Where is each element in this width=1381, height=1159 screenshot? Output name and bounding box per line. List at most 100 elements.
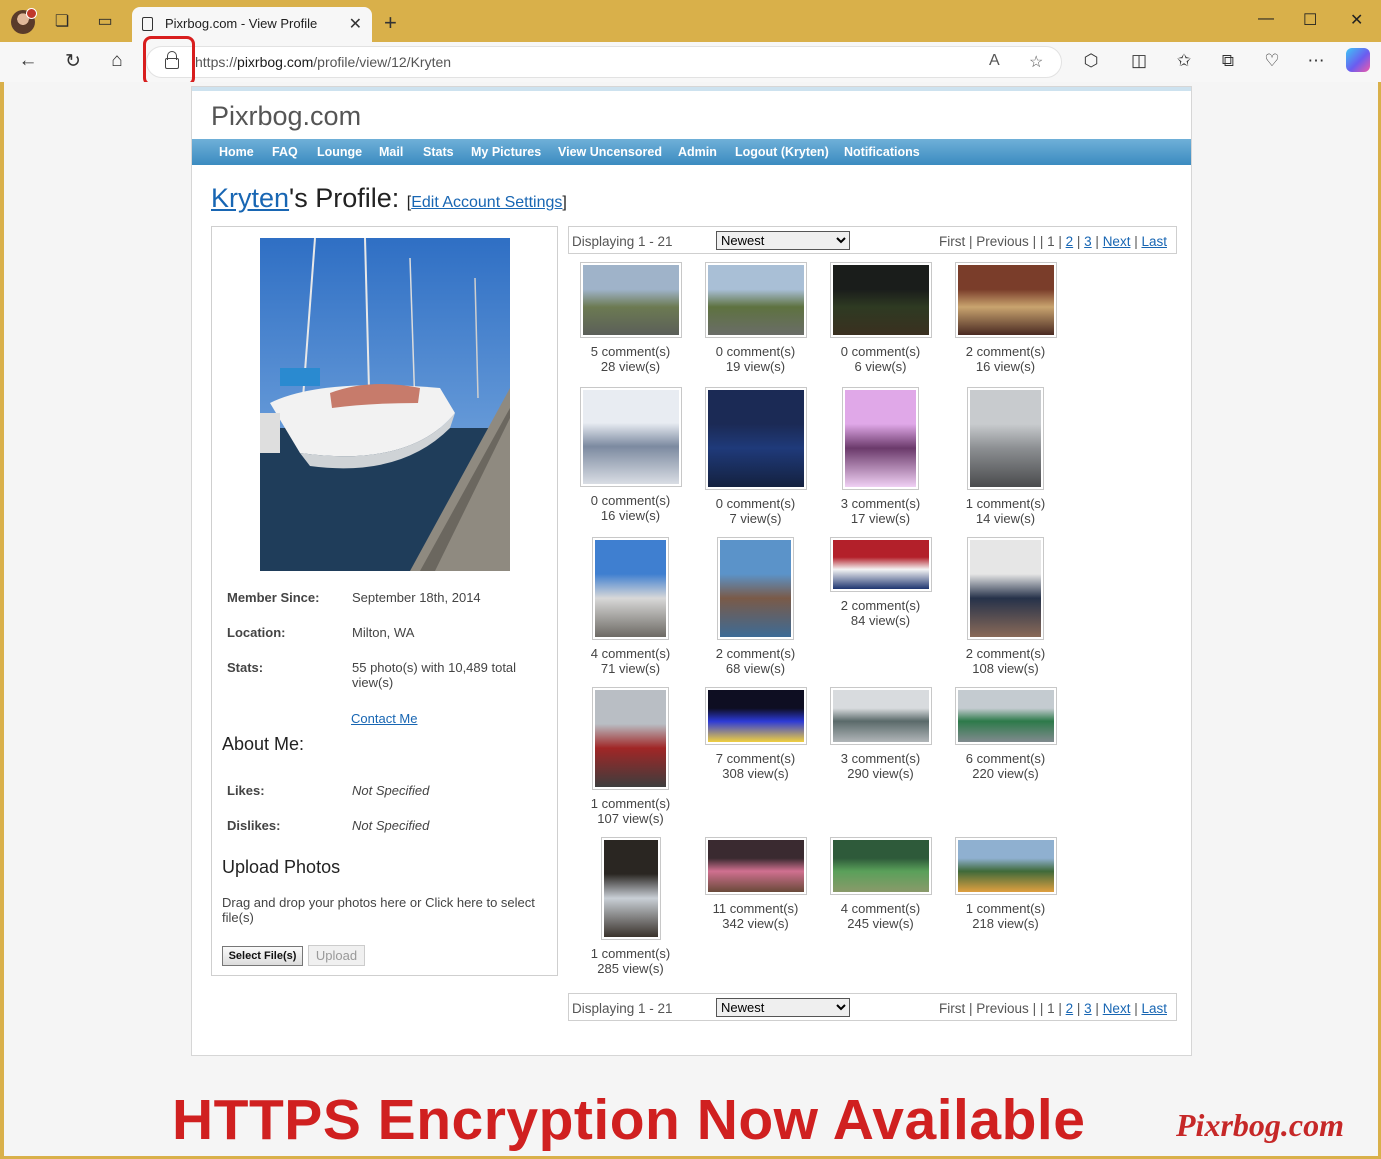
page-3-link[interactable]: 3: [1084, 234, 1092, 249]
menu-admin[interactable]: Admin: [678, 145, 717, 159]
menu-notifications[interactable]: Notifications: [844, 145, 920, 159]
url-text[interactable]: https://pixrbog.com/profile/view/12/Kryt…: [195, 54, 451, 70]
last-link[interactable]: Last: [1141, 1001, 1167, 1016]
comment-count: 2 comment(s): [965, 646, 1046, 661]
photo-item[interactable]: 5 comment(s) 28 view(s): [568, 262, 693, 374]
photo-thumbnail[interactable]: [967, 387, 1044, 490]
photo-item[interactable]: 0 comment(s) 6 view(s): [818, 262, 943, 374]
photo-item[interactable]: 2 comment(s) 108 view(s): [943, 537, 1068, 676]
page-3-link[interactable]: 3: [1084, 1001, 1092, 1016]
minimize-icon[interactable]: —: [1258, 10, 1274, 28]
home-icon[interactable]: ⌂: [105, 50, 129, 72]
photo-thumbnail[interactable]: [954, 837, 1057, 895]
photo-thumbnail[interactable]: [954, 262, 1057, 338]
photo-item[interactable]: 1 comment(s) 107 view(s): [568, 687, 693, 826]
back-icon[interactable]: ←: [16, 50, 40, 72]
photo-thumbnail[interactable]: [704, 387, 807, 490]
profile-photo[interactable]: [260, 238, 510, 571]
photo-thumbnail[interactable]: [829, 262, 932, 338]
photo-item[interactable]: 6 comment(s) 220 view(s): [943, 687, 1068, 781]
photo-item[interactable]: 4 comment(s) 245 view(s): [818, 837, 943, 931]
photo-item[interactable]: 2 comment(s) 16 view(s): [943, 262, 1068, 374]
photo-thumbnail[interactable]: [592, 537, 669, 640]
collections-icon[interactable]: ⧉: [1217, 51, 1239, 71]
photo-thumbnail[interactable]: [954, 687, 1057, 745]
dislikes-value: Not Specified: [352, 818, 430, 833]
menu-view-uncensored[interactable]: View Uncensored: [558, 145, 662, 159]
photo-thumbnail[interactable]: [704, 687, 807, 745]
menu-stats[interactable]: Stats: [423, 145, 454, 159]
menu-mail[interactable]: Mail: [379, 145, 403, 159]
split-screen-icon[interactable]: ◫: [1128, 51, 1150, 71]
close-tab-icon[interactable]: ✕: [349, 14, 362, 34]
menu-my-pictures[interactable]: My Pictures: [471, 145, 541, 159]
profile-avatar[interactable]: [11, 8, 37, 34]
photo-item[interactable]: 11 comment(s) 342 view(s): [693, 837, 818, 931]
page-2-link[interactable]: 2: [1066, 1001, 1074, 1016]
username-link[interactable]: Kryten: [211, 183, 289, 213]
last-link[interactable]: Last: [1141, 234, 1167, 249]
photo-item[interactable]: 1 comment(s) 14 view(s): [943, 387, 1068, 526]
next-link[interactable]: Next: [1103, 1001, 1131, 1016]
photo-item[interactable]: 3 comment(s) 17 view(s): [818, 387, 943, 526]
comment-count: 2 comment(s): [840, 598, 921, 613]
photo-thumbnail[interactable]: [717, 537, 794, 640]
copilot-icon[interactable]: [1346, 48, 1370, 72]
photo-thumbnail[interactable]: [600, 837, 661, 940]
thumbnail-image: [832, 265, 929, 335]
photo-thumbnail[interactable]: [829, 837, 932, 895]
photo-thumbnail[interactable]: [829, 687, 932, 745]
browser-essentials-icon[interactable]: ♡: [1261, 51, 1283, 71]
photo-thumbnail[interactable]: [967, 537, 1044, 640]
favorites-icon[interactable]: ✩: [1173, 51, 1195, 71]
sort-select[interactable]: Newest: [716, 998, 850, 1017]
photo-item[interactable]: 2 comment(s) 84 view(s): [818, 537, 943, 628]
select-files-button[interactable]: Select File(s): [222, 946, 303, 966]
photo-caption: 0 comment(s) 19 view(s): [693, 344, 818, 374]
extensions-icon[interactable]: ⬡: [1080, 51, 1102, 71]
workspaces-icon[interactable]: ❏: [52, 12, 72, 32]
photo-item[interactable]: 2 comment(s) 68 view(s): [693, 537, 818, 676]
page-2-link[interactable]: 2: [1066, 234, 1074, 249]
photo-thumbnail[interactable]: [579, 387, 682, 487]
photo-item[interactable]: 3 comment(s) 290 view(s): [818, 687, 943, 781]
menu-logout[interactable]: Logout (Kryten): [735, 145, 829, 159]
photo-item[interactable]: 4 comment(s) 71 view(s): [568, 537, 693, 676]
menu-faq[interactable]: FAQ: [272, 145, 298, 159]
photo-item[interactable]: 1 comment(s) 285 view(s): [568, 837, 693, 976]
photo-thumbnail[interactable]: [579, 262, 682, 338]
photo-thumbnail[interactable]: [842, 387, 919, 490]
photo-item[interactable]: 0 comment(s) 7 view(s): [693, 387, 818, 526]
upload-dropzone-text[interactable]: Drag and drop your photos here or Click …: [222, 895, 552, 925]
photo-thumbnail[interactable]: [592, 687, 669, 790]
sort-select[interactable]: Newest: [716, 231, 850, 250]
more-menu-icon[interactable]: ⋯: [1305, 51, 1327, 71]
read-aloud-icon[interactable]: A: [989, 52, 1000, 70]
photo-item[interactable]: 0 comment(s) 16 view(s): [568, 387, 693, 523]
photo-caption: 4 comment(s) 71 view(s): [568, 646, 693, 676]
new-tab-icon[interactable]: +: [384, 10, 397, 36]
site-logo[interactable]: Pixrbog.com: [211, 101, 361, 132]
upload-button[interactable]: Upload: [308, 945, 365, 966]
photo-caption: 1 comment(s) 14 view(s): [943, 496, 1068, 526]
contact-me-link[interactable]: Contact Me: [351, 711, 417, 726]
edit-account-settings-link[interactable]: Edit Account Settings: [411, 194, 562, 211]
displaying-range: Displaying 1 - 21: [572, 234, 673, 249]
thumbnail-image: [957, 840, 1054, 892]
comment-count: 0 comment(s): [715, 344, 796, 359]
menu-lounge[interactable]: Lounge: [317, 145, 362, 159]
tab-actions-icon[interactable]: ▭: [95, 12, 115, 32]
maximize-icon[interactable]: ☐: [1303, 10, 1317, 30]
address-bar[interactable]: https://pixrbog.com/profile/view/12/Kryt…: [146, 46, 1062, 78]
refresh-icon[interactable]: ↻: [61, 50, 85, 73]
photo-thumbnail[interactable]: [704, 837, 807, 895]
next-link[interactable]: Next: [1103, 234, 1131, 249]
photo-item[interactable]: 7 comment(s) 308 view(s): [693, 687, 818, 781]
close-window-icon[interactable]: ✕: [1350, 10, 1363, 30]
photo-thumbnail[interactable]: [829, 537, 932, 592]
photo-item[interactable]: 0 comment(s) 19 view(s): [693, 262, 818, 374]
menu-home[interactable]: Home: [219, 145, 254, 159]
favorite-star-icon[interactable]: ☆: [1029, 52, 1043, 72]
photo-thumbnail[interactable]: [704, 262, 807, 338]
photo-item[interactable]: 1 comment(s) 218 view(s): [943, 837, 1068, 931]
